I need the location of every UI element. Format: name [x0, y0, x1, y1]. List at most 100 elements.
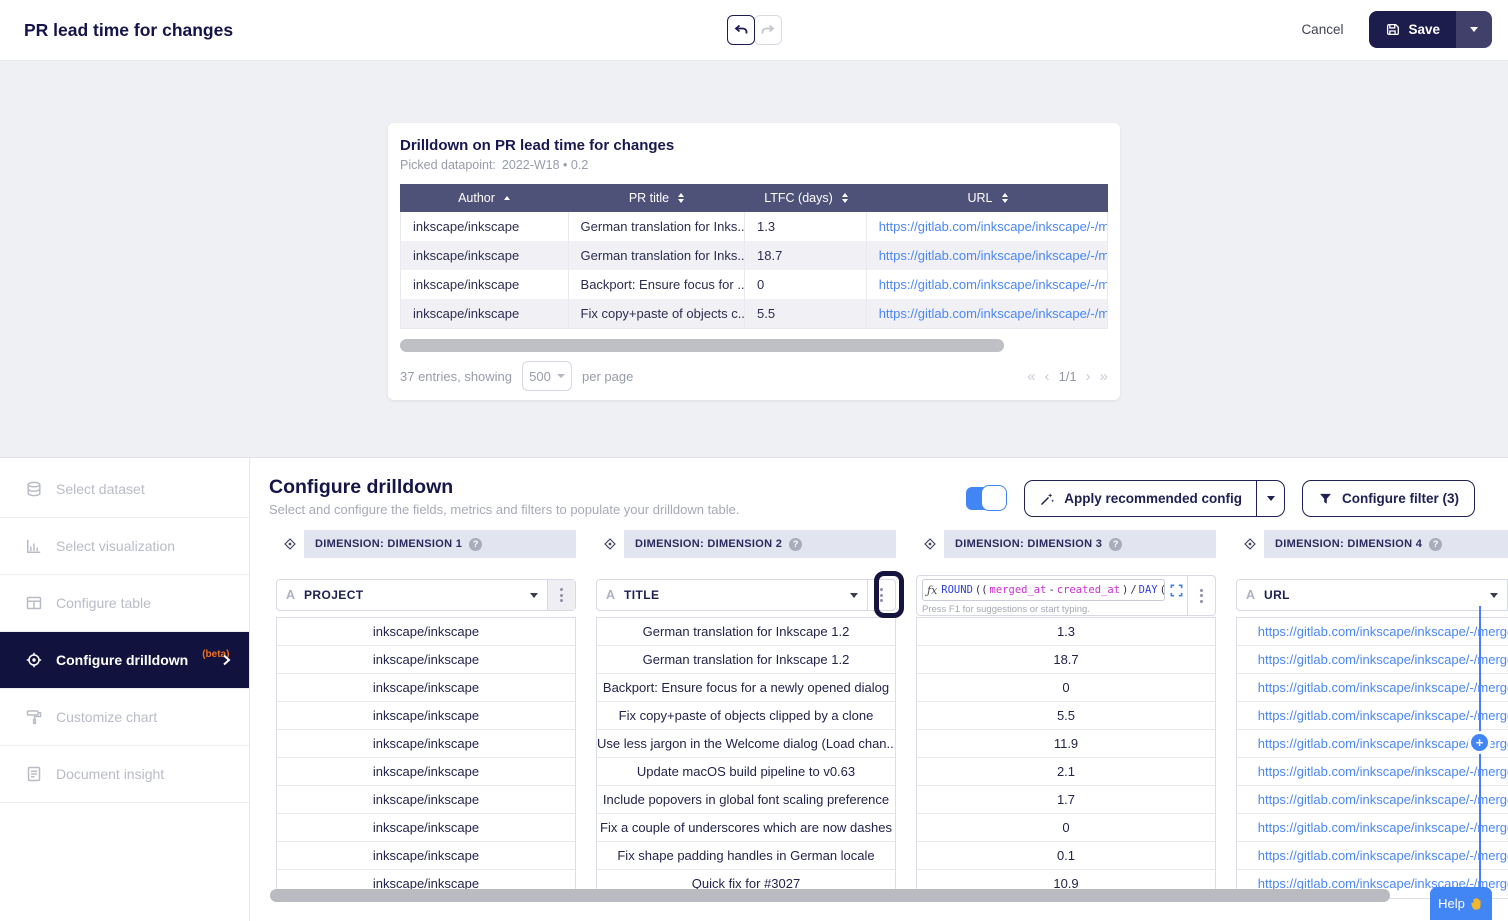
column-header-url[interactable]: URL: [867, 184, 1108, 212]
cell-url-link[interactable]: https://gitlab.com/inkscape/inkscape/-/m…: [867, 299, 1107, 328]
text-type-icon: A: [286, 588, 295, 602]
help-label: Help: [1438, 896, 1465, 911]
sidebar-item-select-visualization[interactable]: Select visualization: [0, 518, 249, 575]
field-menu-button[interactable]: [867, 580, 895, 610]
undo-icon: [733, 22, 749, 38]
help-icon[interactable]: ?: [789, 538, 802, 551]
field-label: TITLE: [624, 588, 850, 602]
url-link[interactable]: https://gitlab.com/inkscape/inkscape/-/m…: [1237, 786, 1508, 814]
cell-url-link[interactable]: https://gitlab.com/inkscape/inkscape/-/m…: [867, 241, 1107, 270]
page-size-select[interactable]: 500: [522, 361, 572, 391]
card-horizontal-scrollbar[interactable]: [400, 339, 1108, 352]
field-label: PROJECT: [304, 588, 530, 602]
grid-cell: 1.7: [917, 786, 1215, 814]
chevron-down-icon: [557, 374, 565, 378]
prev-page-icon[interactable]: ‹: [1045, 368, 1050, 385]
help-icon[interactable]: ?: [1429, 538, 1442, 551]
sidebar-item-configure-table[interactable]: Configure table: [0, 575, 249, 632]
url-link[interactable]: https://gitlab.com/inkscape/inkscape/-/m…: [1237, 730, 1508, 758]
formula-editor: ƒxROUND((merged_at-created_at)/DAY(✕ Pres…: [916, 575, 1216, 616]
save-split-button: Save: [1369, 11, 1492, 48]
column-label: URL: [967, 191, 992, 205]
last-page-icon[interactable]: »: [1100, 368, 1108, 385]
formula-token: created_at: [1057, 584, 1120, 596]
dimension-header: DIMENSION: DIMENSION 2?: [596, 530, 896, 558]
url-link[interactable]: https://gitlab.com/inkscape/inkscape/-/m…: [1237, 758, 1508, 786]
column-header-ltfc-days[interactable]: LTFC (days): [745, 184, 867, 212]
formula-token: ((: [975, 584, 988, 596]
field-selector-title[interactable]: ATITLE: [596, 579, 896, 611]
dimension-column-3: DIMENSION: DIMENSION 3?ƒxROUND((merged_a…: [916, 530, 1216, 558]
sidebar-item-label: Document insight: [56, 766, 164, 782]
cell-url-link[interactable]: https://gitlab.com/inkscape/inkscape/-/m…: [867, 212, 1107, 241]
sidebar-item-label: Configure drilldown: [56, 652, 188, 668]
url-link[interactable]: https://gitlab.com/inkscape/inkscape/-/m…: [1237, 814, 1508, 842]
field-selector-project[interactable]: A PROJECT: [276, 579, 576, 611]
save-dropdown-button[interactable]: [1456, 11, 1492, 48]
column-header-author[interactable]: Author: [400, 184, 568, 212]
column-header-pr-title[interactable]: PR title: [568, 184, 745, 212]
apply-recommended-config-button[interactable]: Apply recommended config: [1025, 481, 1256, 516]
url-link[interactable]: https://gitlab.com/inkscape/inkscape/-/m…: [1237, 842, 1508, 870]
grid-horizontal-scrollbar[interactable]: [270, 889, 1390, 902]
dimension-label: DIMENSION: DIMENSION 4: [1275, 538, 1422, 550]
sidebar-item-label: Select visualization: [56, 538, 175, 554]
page-title: PR lead time for changes: [24, 0, 233, 60]
redo-button[interactable]: [754, 15, 782, 45]
configure-filter-button[interactable]: Configure filter (3): [1302, 480, 1475, 517]
field-selector-url[interactable]: AURL: [1236, 579, 1508, 611]
chart-canvas: Drilldown on PR lead time for changes Pi…: [0, 60, 1508, 457]
help-button[interactable]: Help: [1430, 887, 1492, 920]
formula-hint: Press F1 for suggestions or start typing…: [922, 604, 1184, 615]
chevron-down-icon[interactable]: [1490, 593, 1498, 598]
help-icon[interactable]: ?: [469, 538, 482, 551]
formula-token: (: [1160, 584, 1165, 596]
cell-author: inkscape/inkscape: [401, 299, 569, 328]
next-page-icon[interactable]: ›: [1086, 368, 1091, 385]
diamond-icon: [276, 530, 304, 558]
save-button[interactable]: Save: [1369, 11, 1456, 48]
field-menu-button[interactable]: [547, 580, 575, 610]
sidebar-item-customize-chart[interactable]: Customize chart: [0, 689, 249, 746]
picked-datapoint: Picked datapoint: 2022-W18 • 0.2: [400, 158, 1108, 172]
url-link[interactable]: https://gitlab.com/inkscape/inkscape/-/m…: [1237, 646, 1508, 674]
expand-icon[interactable]: [1169, 583, 1184, 598]
cell-ltfc: 1.3: [745, 212, 867, 241]
document-icon: [25, 765, 43, 783]
cell-author: inkscape/inkscape: [401, 270, 569, 299]
undo-button[interactable]: [727, 15, 755, 45]
formula-token: ): [1122, 584, 1128, 596]
table-row: inkscape/inkscapeGerman translation for …: [401, 241, 1107, 270]
scrollbar-thumb[interactable]: [400, 339, 1004, 352]
table-row: inkscape/inkscapeFix copy+paste of objec…: [401, 299, 1107, 328]
cell-url-link[interactable]: https://gitlab.com/inkscape/inkscape/-/m…: [867, 270, 1107, 299]
dimension-column-2: DIMENSION: DIMENSION 2?ATITLEGerman tran…: [596, 530, 896, 558]
apply-config-label: Apply recommended config: [1064, 491, 1242, 506]
dimension-rows: German translation for Inkscape 1.2Germa…: [596, 617, 896, 899]
add-dimension-button[interactable]: +: [1471, 734, 1488, 751]
table-icon: [25, 594, 43, 612]
chevron-down-icon[interactable]: [850, 593, 858, 598]
chevron-down-icon[interactable]: [530, 593, 538, 598]
url-link[interactable]: https://gitlab.com/inkscape/inkscape/-/m…: [1237, 674, 1508, 702]
field-menu-button[interactable]: [1187, 576, 1215, 615]
help-icon[interactable]: ?: [1109, 538, 1122, 551]
sidebar-item-document-insight[interactable]: Document insight: [0, 746, 249, 803]
card-table-header: AuthorPR titleLTFC (days) URL: [400, 184, 1108, 212]
grid-cell: Update macOS build pipeline to v0.63: [597, 758, 895, 786]
sidebar-item-select-dataset[interactable]: Select dataset: [0, 461, 249, 518]
url-link[interactable]: https://gitlab.com/inkscape/inkscape/-/m…: [1237, 702, 1508, 730]
first-page-icon[interactable]: «: [1027, 368, 1035, 385]
function-icon: ƒx: [927, 584, 937, 597]
apply-config-dropdown[interactable]: [1256, 481, 1284, 516]
sidebar-item-configure-drilldown[interactable]: Configure drilldown(beta): [0, 632, 249, 689]
page-indicator: 1/1: [1059, 369, 1077, 384]
cancel-button[interactable]: Cancel: [1301, 22, 1343, 37]
grid-cell: 0: [917, 674, 1215, 702]
diamond-icon: [596, 530, 624, 558]
dimension-rows: https://gitlab.com/inkscape/inkscape/-/m…: [1236, 617, 1508, 899]
dimension-header: DIMENSION: DIMENSION 3?: [916, 530, 1216, 558]
formula-input[interactable]: ƒxROUND((merged_at-created_at)/DAY(✕: [922, 579, 1165, 601]
drilldown-enabled-toggle[interactable]: [966, 485, 1007, 512]
url-link[interactable]: https://gitlab.com/inkscape/inkscape/-/m…: [1237, 618, 1508, 646]
